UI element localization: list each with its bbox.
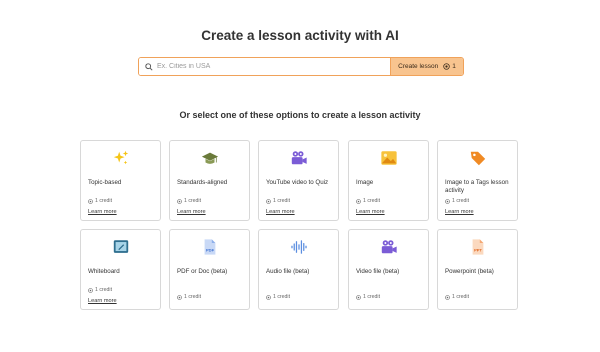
option-credit: 1 credit — [266, 294, 290, 300]
option-credit-text: 1 credit — [452, 294, 470, 300]
option-credit: 1 credit — [356, 198, 380, 204]
graduation-cap-icon — [201, 152, 218, 164]
pdf-file-icon: PDF — [204, 239, 215, 255]
learn-more-link[interactable]: Learn more — [445, 209, 474, 215]
credit-icon — [177, 198, 182, 204]
option-credit: 1 credit — [88, 198, 112, 204]
learn-more-link[interactable]: Learn more — [88, 298, 117, 304]
option-credit: 1 credit — [88, 287, 112, 293]
credit-icon — [356, 198, 361, 204]
option-card-video-file[interactable]: Video file (beta) 1 credit — [348, 229, 429, 310]
option-credit-text: 1 credit — [273, 294, 291, 300]
credit-icon — [266, 198, 271, 204]
search-input[interactable] — [157, 63, 367, 70]
option-title: Whiteboard — [88, 268, 120, 275]
option-credit-text: 1 credit — [184, 198, 202, 204]
option-credit-text: 1 credit — [363, 294, 381, 300]
audio-wave-icon — [290, 240, 307, 254]
tag-icon — [470, 151, 485, 166]
video-camera-icon — [381, 240, 397, 254]
credit-icon — [88, 198, 93, 204]
option-card-youtube-to-quiz[interactable]: YouTube video to Quiz 1 credit Learn mor… — [258, 140, 339, 221]
video-camera-icon — [291, 151, 307, 165]
image-icon — [380, 151, 397, 165]
credit-icon — [443, 63, 450, 70]
option-credit-text: 1 credit — [95, 198, 113, 204]
option-title: Video file (beta) — [356, 268, 400, 275]
option-credit: 1 credit — [177, 198, 201, 204]
ppt-file-icon: PPT — [472, 239, 483, 255]
option-card-whiteboard[interactable]: Whiteboard 1 credit Learn more — [80, 229, 161, 310]
option-title: PDF or Doc (beta) — [177, 268, 228, 275]
option-title: Audio file (beta) — [266, 268, 310, 275]
option-title: YouTube video to Quiz — [266, 179, 329, 186]
create-lesson-label: Create lesson — [398, 63, 439, 70]
option-title: Powerpoint (beta) — [445, 268, 494, 275]
option-card-standards-aligned[interactable]: Standards-aligned 1 credit Learn more — [169, 140, 250, 221]
option-credit-text: 1 credit — [452, 198, 470, 204]
page-title: Create a lesson activity with AI — [201, 28, 399, 43]
option-credit: 1 credit — [266, 198, 290, 204]
option-card-image[interactable]: Image 1 credit Learn more — [348, 140, 429, 221]
credit-icon — [177, 294, 182, 300]
option-credit: 1 credit — [356, 294, 380, 300]
option-card-powerpoint[interactable]: PPT Powerpoint (beta) 1 credit — [437, 229, 518, 310]
credit-icon — [445, 198, 450, 204]
option-title: Topic-based — [88, 179, 122, 186]
option-credit-text: 1 credit — [184, 294, 202, 300]
lesson-search-bar: Create lesson 1 — [138, 57, 464, 76]
option-credit-text: 1 credit — [273, 198, 291, 204]
whiteboard-icon — [113, 240, 128, 253]
option-credit: 1 credit — [177, 294, 201, 300]
option-credit-text: 1 credit — [95, 287, 113, 293]
option-credit-text: 1 credit — [363, 198, 381, 204]
learn-more-link[interactable]: Learn more — [356, 209, 385, 215]
option-card-audio-file[interactable]: Audio file (beta) 1 credit — [258, 229, 339, 310]
search-icon — [145, 62, 153, 71]
create-lesson-cost: 1 — [443, 63, 456, 70]
option-credit: 1 credit — [445, 198, 469, 204]
credit-icon — [266, 294, 271, 300]
search-field[interactable] — [139, 58, 390, 75]
credit-icon — [356, 294, 361, 300]
learn-more-link[interactable]: Learn more — [88, 209, 117, 215]
option-title: Image — [356, 179, 374, 186]
credit-icon — [88, 287, 93, 293]
learn-more-link[interactable]: Learn more — [177, 209, 206, 215]
option-card-topic-based[interactable]: Topic-based 1 credit Learn more — [80, 140, 161, 221]
learn-more-link[interactable]: Learn more — [266, 209, 295, 215]
option-title: Standards-aligned — [177, 179, 228, 186]
create-lesson-button[interactable]: Create lesson 1 — [390, 58, 463, 75]
sparkles-icon — [113, 150, 128, 165]
option-title: Image to a Tags lesson activity — [445, 179, 509, 194]
options-heading: Or select one of these options to create… — [179, 110, 421, 120]
create-lesson-cost-value: 1 — [452, 63, 456, 70]
svg-text:PPT: PPT — [474, 248, 482, 253]
svg-text:PDF: PDF — [205, 248, 214, 253]
option-card-image-to-tags[interactable]: Image to a Tags lesson activity 1 credit… — [437, 140, 518, 221]
option-card-pdf-or-doc[interactable]: PDF PDF or Doc (beta) 1 credit — [169, 229, 250, 310]
option-credit: 1 credit — [445, 294, 469, 300]
credit-icon — [445, 294, 450, 300]
